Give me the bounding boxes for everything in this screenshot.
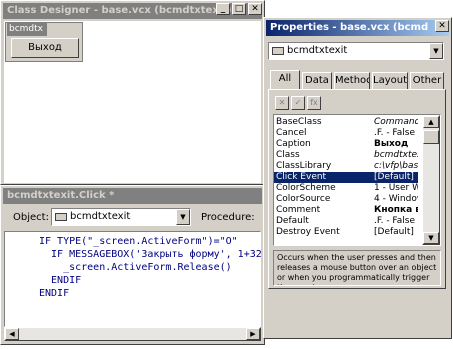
tab-method[interactable]: Method <box>334 72 370 90</box>
code-line: _screen.ActiveForm.Release() <box>39 262 232 273</box>
horizontal-scrollbar[interactable]: ◀ ▶ <box>4 327 261 341</box>
tab-layout[interactable]: Layout <box>372 72 408 90</box>
properties-title: Properties - base.vcx (bcmd <box>270 22 429 33</box>
object-value: bcmdtxtexit <box>70 211 131 222</box>
control-label: bcmdtx <box>7 23 47 36</box>
close-button[interactable]: ✕ <box>248 3 262 15</box>
code-window-titlebar[interactable]: bcmdtxtexit.Click * <box>3 188 262 204</box>
description-text: Occurs when the user presses and then re… <box>277 253 437 285</box>
property-row[interactable]: Destroy Event [Default] <box>274 227 418 238</box>
scroll-up-icon[interactable]: ▲ <box>423 116 439 128</box>
code-line: ENDIF <box>39 288 70 299</box>
property-grid[interactable]: BaseClassCommandb Cancel.F. - False Capt… <box>273 114 441 246</box>
tab-data[interactable]: Data <box>302 72 332 90</box>
scroll-right-icon[interactable]: ▶ <box>246 328 260 340</box>
chevron-down-icon[interactable]: ▼ <box>429 43 443 59</box>
code-line: IF MESSAGEBOX('Закрыть форму', 1+32, <box>39 249 268 260</box>
exit-button[interactable]: Выход <box>11 38 79 58</box>
code-line: IF TYPE("_screen.ActiveForm")="O" <box>39 236 238 247</box>
minimize-button[interactable]: _ <box>216 3 230 15</box>
tab-all[interactable]: All <box>270 70 300 90</box>
properties-object-dropdown[interactable]: bcmdtxtexit ▼ <box>268 42 444 60</box>
function-icon[interactable]: fx <box>307 96 321 110</box>
object-label: Object: <box>13 212 49 223</box>
code-editor[interactable]: IF TYPE("_screen.ActiveForm")="O" IF MES… <box>4 231 268 327</box>
property-row[interactable]: BaseClassCommandb <box>274 117 418 128</box>
code-window-title: bcmdtxtexit.Click * <box>7 190 115 201</box>
code-window: bcmdtxtexit.Click * Object: bcmdtxtexit … <box>0 185 268 345</box>
tab-other[interactable]: Other <box>410 72 444 90</box>
chevron-down-icon[interactable]: ▼ <box>176 209 190 225</box>
maximize-button[interactable]: □ <box>232 3 246 15</box>
property-row[interactable]: ColorSource4 - Windows <box>274 194 418 205</box>
class-designer-title: Class Designer - base.vcx (bcmdtxtexit) <box>7 5 232 16</box>
property-row[interactable]: CommentКнопка вы <box>274 205 418 216</box>
scroll-down-icon[interactable]: ▼ <box>423 232 439 244</box>
property-grid-scrollbar[interactable]: ▲ ▼ <box>422 115 440 245</box>
property-row-selected[interactable]: Click Event [Default] <box>274 172 418 183</box>
property-row[interactable]: Caption Выход <box>274 139 418 150</box>
property-row[interactable]: ColorScheme1 - User Win <box>274 183 418 194</box>
properties-window: Properties - base.vcx (bcmd ✕ bcmdtxtexi… <box>263 17 452 339</box>
code-line: ENDIF <box>39 275 82 286</box>
procedure-label: Procedure: <box>201 212 255 223</box>
property-row[interactable]: Classbcmdtxtexit <box>274 150 418 161</box>
accept-edit-icon[interactable]: ✓ <box>291 96 305 110</box>
object-dropdown[interactable]: bcmdtxtexit ▼ <box>51 208 191 226</box>
designer-control[interactable]: bcmdtx Выход <box>5 22 83 62</box>
cancel-edit-icon[interactable]: ✕ <box>275 96 289 110</box>
properties-close-button[interactable]: ✕ <box>435 20 449 32</box>
properties-titlebar[interactable]: Properties - base.vcx (bcmd <box>266 20 449 36</box>
object-icon <box>55 213 67 221</box>
object-icon <box>272 47 284 55</box>
scroll-thumb[interactable] <box>423 130 439 144</box>
property-row[interactable]: Cancel .F. - False <box>274 128 418 139</box>
class-designer-window: Class Designer - base.vcx (bcmdtxtexit) … <box>0 0 265 185</box>
scroll-left-icon[interactable]: ◀ <box>5 328 19 340</box>
property-row[interactable]: Default .F. - False <box>274 216 418 227</box>
property-row[interactable]: ClassLibraryc:\vfp\base <box>274 161 418 172</box>
properties-object-value: bcmdtxtexit <box>287 45 348 56</box>
property-description: Occurs when the user presses and then re… <box>273 250 441 286</box>
properties-tab-panel: ✕ ✓ fx BaseClassCommandb Cancel.F. - Fal… <box>268 89 446 289</box>
